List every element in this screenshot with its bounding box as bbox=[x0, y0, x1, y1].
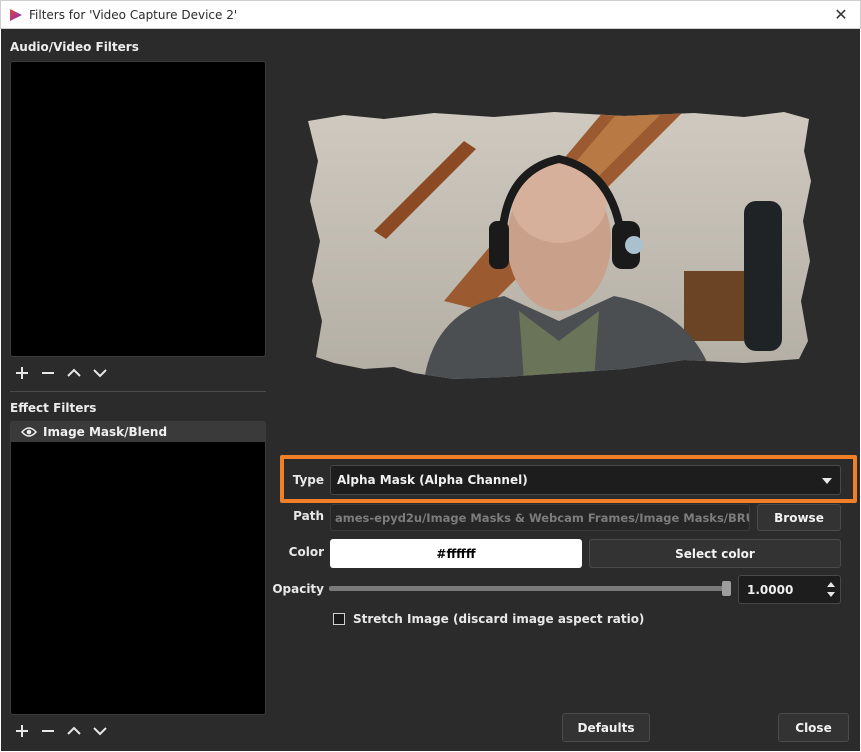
remove-effect-filter-button[interactable] bbox=[37, 721, 59, 741]
chevron-down-icon bbox=[822, 478, 832, 484]
close-window-icon[interactable]: ✕ bbox=[832, 6, 850, 24]
add-effect-filter-button[interactable] bbox=[11, 721, 33, 741]
effect-filters-list[interactable]: Image Mask/Blend bbox=[10, 421, 266, 715]
path-value: ames-epyd2u/Image Masks & Webcam Frames/… bbox=[335, 510, 749, 525]
eye-icon[interactable] bbox=[21, 426, 37, 438]
chevron-up-icon bbox=[67, 726, 81, 735]
chevron-up-icon bbox=[67, 368, 81, 377]
browse-button[interactable]: Browse bbox=[757, 504, 841, 531]
opacity-label: Opacity bbox=[272, 582, 324, 596]
stretch-image-label: Stretch Image (discard image aspect rati… bbox=[353, 612, 645, 626]
opacity-value: 1.0000 bbox=[747, 582, 794, 597]
opacity-slider-track[interactable] bbox=[329, 586, 727, 591]
plus-icon bbox=[16, 725, 28, 737]
chevron-down-icon bbox=[93, 727, 107, 736]
defaults-button[interactable]: Defaults bbox=[562, 713, 650, 742]
decrement-icon[interactable] bbox=[827, 592, 835, 597]
type-selected-value: Alpha Mask (Alpha Channel) bbox=[337, 473, 528, 487]
type-dropdown[interactable]: Alpha Mask (Alpha Channel) bbox=[330, 465, 841, 495]
app-logo-icon bbox=[10, 9, 22, 21]
add-filter-button[interactable] bbox=[11, 363, 33, 383]
path-label: Path bbox=[293, 509, 324, 523]
effect-filters-toolbar bbox=[11, 721, 111, 741]
opacity-slider-handle[interactable] bbox=[722, 581, 731, 596]
move-filter-up-button[interactable] bbox=[63, 363, 85, 383]
stretch-image-checkbox[interactable] bbox=[333, 613, 345, 625]
move-effect-filter-up-button[interactable] bbox=[63, 721, 85, 741]
increment-icon[interactable] bbox=[827, 582, 835, 587]
audio-video-filters-heading: Audio/Video Filters bbox=[10, 40, 139, 54]
select-color-button[interactable]: Select color bbox=[589, 539, 841, 568]
opacity-spinbox[interactable]: 1.0000 bbox=[738, 575, 841, 604]
chevron-down-icon bbox=[93, 369, 107, 378]
remove-filter-button[interactable] bbox=[37, 363, 59, 383]
window-titlebar: Filters for 'Video Capture Device 2' ✕ bbox=[0, 0, 861, 29]
window-title: Filters for 'Video Capture Device 2' bbox=[29, 8, 238, 22]
color-swatch[interactable]: #ffffff bbox=[330, 539, 582, 568]
audio-video-filters-toolbar bbox=[11, 363, 111, 383]
minus-icon bbox=[42, 730, 54, 732]
dialog-body: Audio/Video Filters Effect Filters Image… bbox=[1, 29, 860, 751]
close-button[interactable]: Close bbox=[778, 713, 849, 742]
filter-preview bbox=[308, 112, 811, 379]
minus-icon bbox=[42, 372, 54, 374]
move-effect-filter-down-button[interactable] bbox=[89, 721, 111, 741]
color-label: Color bbox=[288, 545, 324, 559]
section-divider bbox=[10, 391, 266, 392]
list-item[interactable]: Image Mask/Blend bbox=[11, 422, 265, 442]
path-field[interactable]: ames-epyd2u/Image Masks & Webcam Frames/… bbox=[330, 504, 750, 531]
move-filter-down-button[interactable] bbox=[89, 363, 111, 383]
type-label: Type bbox=[292, 473, 324, 487]
filter-name-label: Image Mask/Blend bbox=[43, 425, 168, 439]
audio-video-filters-list[interactable] bbox=[10, 61, 266, 357]
plus-icon bbox=[16, 367, 28, 379]
effect-filters-heading: Effect Filters bbox=[10, 401, 97, 415]
